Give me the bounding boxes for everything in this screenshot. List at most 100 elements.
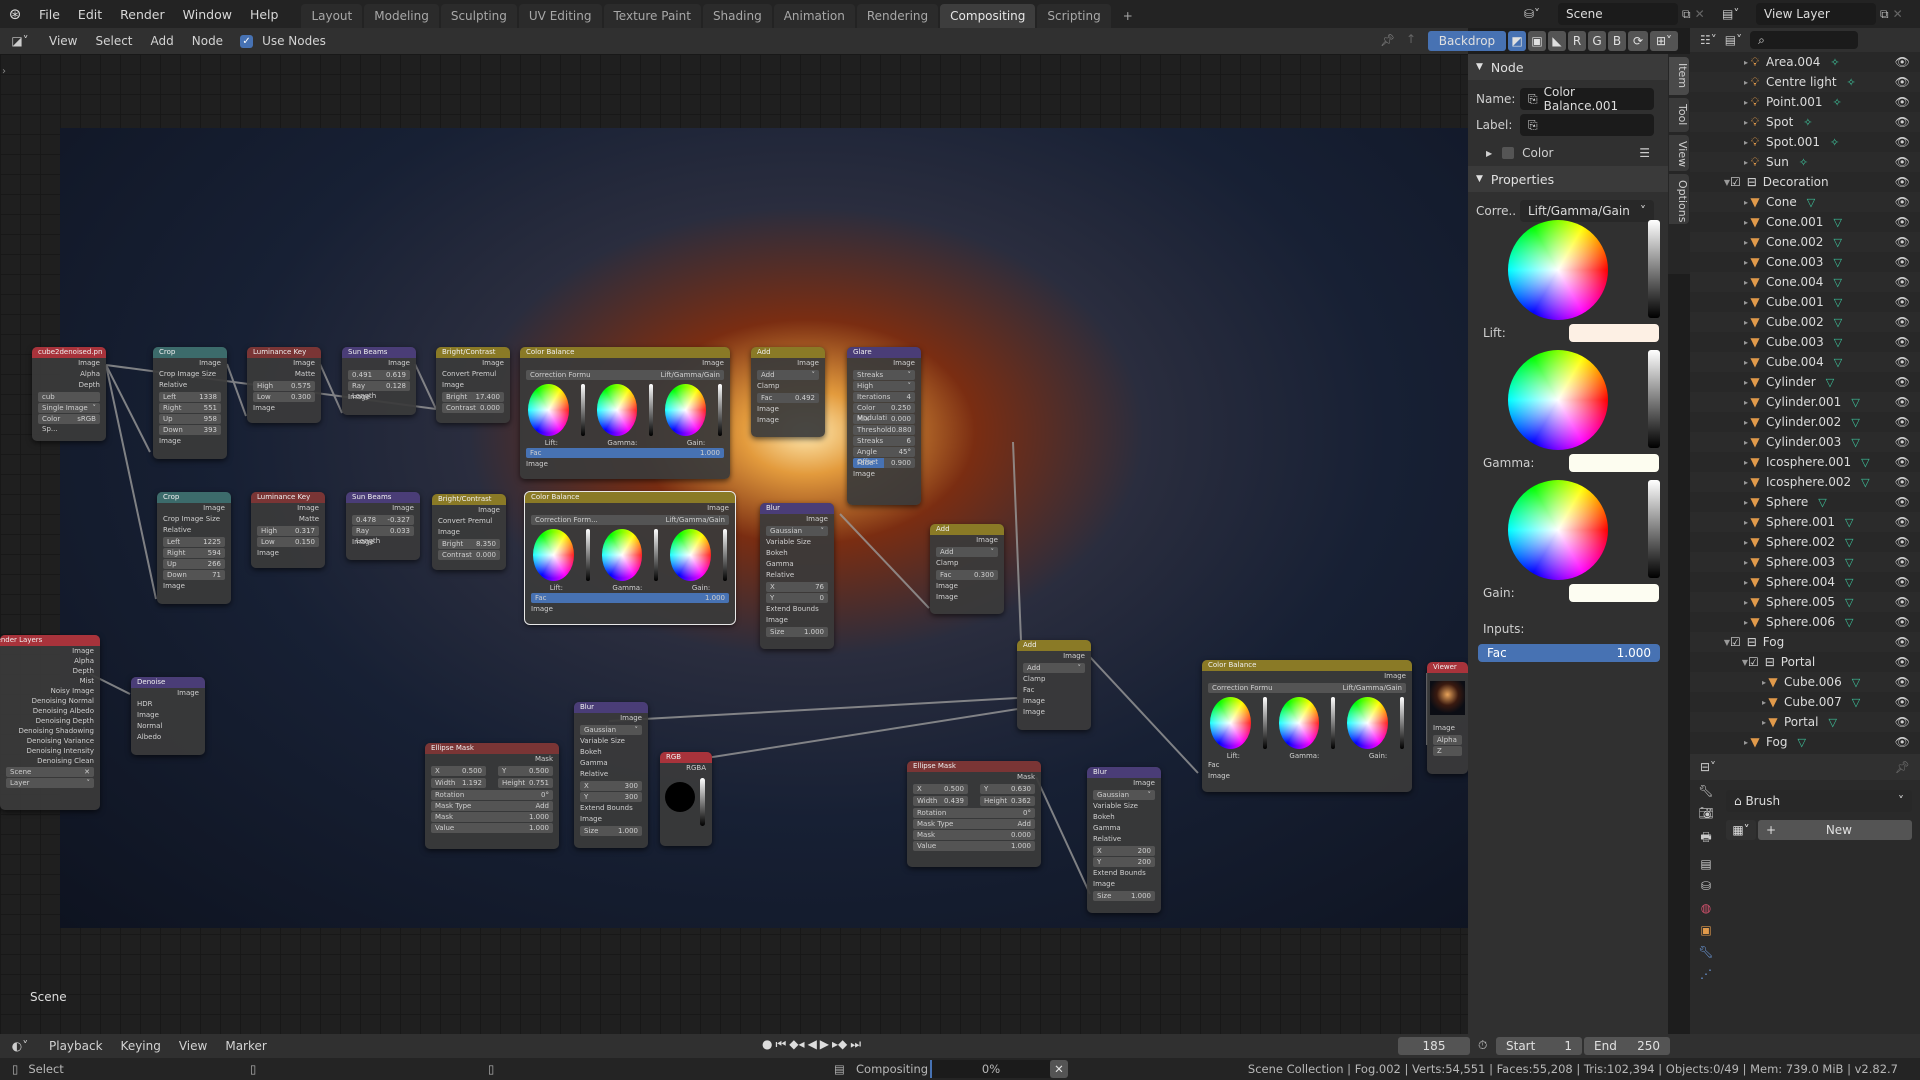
mesh-data-icon[interactable]: ▽ [1833,216,1841,229]
delete-view-layer-icon[interactable]: ✕ [1893,7,1903,21]
light-data-icon[interactable]: ✧ [1830,56,1839,69]
mesh-data-icon[interactable]: ▽ [1851,416,1859,429]
input-alpha[interactable]: Alpha [1433,735,1462,745]
current-frame-field[interactable]: 185 [1398,1037,1470,1055]
node-luminance-key-2[interactable]: Luminance Key Image Matte High 0.317 Low 0… [251,492,325,568]
node-header[interactable]: Crop [153,347,227,358]
expand-icon[interactable]: ▸ [1690,718,1766,727]
expand-icon[interactable]: ▸ [1690,738,1748,747]
x-field[interactable]: X 0.500 [913,784,968,794]
tab-options[interactable]: Options [1669,174,1689,224]
clamp-checkbox[interactable]: Clamp [930,558,1004,569]
outliner-item[interactable]: ▸ ▼ Cylinder.002 ▽ 👁︎ [1690,412,1920,432]
visibility-eye-icon[interactable]: 👁︎ [1895,735,1910,749]
node-header[interactable]: RGB [660,752,712,763]
expand-icon[interactable]: ▸ [1690,398,1748,407]
tool-icon[interactable]: 🔧︎ [1698,784,1713,798]
visibility-eye-icon[interactable]: 👁︎ [1895,715,1910,729]
correction-formula-dropdown[interactable]: Correction Form... Lift/Gamma/Gain [531,515,729,525]
node-header[interactable]: Glare [847,347,921,358]
node-header[interactable]: Bright/Contrast [432,494,506,505]
add-workspace-button[interactable]: + [1113,4,1143,28]
streaks-field[interactable]: Streaks 6 [853,436,915,446]
outliner-item[interactable]: ▸ ▼ Cylinder.001 ▽ 👁︎ [1690,392,1920,412]
visibility-eye-icon[interactable]: 👁︎ [1895,75,1910,89]
output-icon[interactable]: 🖶 [1700,828,1711,849]
node-header[interactable]: Sun Beams [342,347,416,358]
tab-animation[interactable]: Animation [773,4,855,28]
pin-icon[interactable]: 📌︎ [1895,760,1910,774]
expand-icon[interactable]: ▸ [1690,98,1748,107]
outliner-item[interactable]: ▸ ▼ Cone ▽ 👁︎ [1690,192,1920,212]
gamma-checkbox[interactable]: Gamma [574,758,648,769]
expand-icon[interactable]: ▼ [1690,178,1730,187]
outliner-item[interactable]: ▸ ▼ Sphere.002 ▽ 👁︎ [1690,532,1920,552]
mesh-data-icon[interactable]: ▽ [1845,596,1853,609]
visibility-eye-icon[interactable]: 👁︎ [1895,375,1910,389]
mesh-data-icon[interactable]: ▽ [1834,296,1842,309]
node-header[interactable]: Bright/Contrast [436,347,510,358]
expand-icon[interactable]: ▸ [1690,298,1748,307]
expand-icon[interactable]: ▸ [1690,58,1748,67]
node-header[interactable]: Blur [574,702,648,713]
node-sun-beams-2[interactable]: Sun Beams Image 0.478 -0.327 Ray Length 0.… [346,492,420,560]
visibility-eye-icon[interactable]: 👁︎ [1895,255,1910,269]
gamma-checkbox[interactable]: Gamma [760,559,834,570]
presets-icon[interactable]: ☰ [1639,146,1650,160]
gamma-value-bar[interactable] [654,529,659,581]
mesh-data-icon[interactable]: ▽ [1834,356,1842,369]
variable-size-checkbox[interactable]: Variable Size [1087,801,1161,812]
tab-compositing[interactable]: Compositing [940,4,1036,28]
prev-keyframe-icon[interactable]: ◆◂ [789,1037,804,1052]
gamma-value-bar[interactable] [1331,697,1336,749]
node-render-layers[interactable]: Render Layers Image Alpha Depth Mist Noisy I… [0,635,100,810]
crop-image-size-checkbox[interactable]: Crop Image Size [157,514,231,525]
visibility-eye-icon[interactable]: 👁︎ [1895,675,1910,689]
mesh-data-icon[interactable]: ▽ [1828,716,1836,729]
gamma-wheel[interactable] [1278,697,1320,749]
fac-slider[interactable]: Fac 1.000 [1478,644,1660,662]
node-luminance-key-1[interactable]: Luminance Key Image Matte High 0.575 Low 0… [247,347,321,423]
outliner-item[interactable]: ▸ ▼ Icosphere.001 ▽ 👁︎ [1690,452,1920,472]
mesh-data-icon[interactable]: ▽ [1845,536,1853,549]
outliner-item[interactable]: ▸ ▼ Cube.004 ▽ 👁︎ [1690,352,1920,372]
outliner-item[interactable]: ▸ ▼ Cube.001 ▽ 👁︎ [1690,292,1920,312]
source-dropdown[interactable]: Single Image ˅ [38,403,100,413]
outliner-item[interactable]: ▸ ▼ Sphere.005 ▽ 👁︎ [1690,592,1920,612]
gain-wheel[interactable] [665,384,707,436]
fac-slider[interactable]: Fac 0.492 [757,393,819,403]
mask-type-dropdown[interactable]: Mask Type Add [913,819,1035,829]
lift-wheel[interactable] [1210,697,1251,749]
outliner-item[interactable]: ▼ ☑ ⊟ Portal 👁︎ [1690,652,1920,672]
mesh-data-icon[interactable]: ▽ [1845,516,1853,529]
outliner-item[interactable]: ▸ ▼ Cylinder.003 ▽ 👁︎ [1690,432,1920,452]
rgb-value-bar[interactable] [700,778,705,826]
visibility-eye-icon[interactable]: 👁︎ [1895,135,1910,149]
jump-end-icon[interactable]: ⏭ [850,1037,861,1052]
layer-dropdown[interactable]: Layer ˅ [6,778,94,788]
visibility-eye-icon[interactable]: 👁︎ [1895,475,1910,489]
blend-mode-dropdown[interactable]: Add ˅ [1023,663,1085,673]
bright-field[interactable]: Bright 8.350 [438,539,500,549]
mesh-data-icon[interactable]: ▽ [1797,736,1805,749]
outliner-item[interactable]: ▸ 💡︎ Spot.001 ✧ 👁︎ [1690,132,1920,152]
x-field[interactable]: X 300 [580,781,642,791]
node-add-3[interactable]: Add Image Add ˅ Clamp Fac Image Image [1017,640,1091,730]
rotation-field[interactable]: Rotation 0° [431,790,553,800]
node-crop-1[interactable]: Crop Image Crop Image Size Relative Left… [153,347,227,459]
visibility-eye-icon[interactable]: 👁︎ [1895,355,1910,369]
node-header[interactable]: Color Balance [1202,660,1412,671]
gamma-color-swatch[interactable] [1569,454,1659,472]
value-field[interactable]: Value 1.000 [913,841,1035,851]
menu-keying[interactable]: Keying [112,1039,170,1053]
ray-length-slider[interactable]: Ray Length 0.128 [348,381,410,400]
node-header[interactable]: cube2denoised.pn [32,347,106,358]
mesh-data-icon[interactable]: ▽ [1818,496,1826,509]
name-field[interactable]: ⎘ Color Balance.001 [1520,85,1654,113]
angle-offset-field[interactable]: Angle Offset 45° [853,447,915,466]
node-blur-3[interactable]: Blur Image Gaussian ˅ Variable Size Bokeh… [1087,767,1161,913]
blue-channel-button[interactable]: B [1608,31,1626,51]
lift-value-bar[interactable] [585,529,590,581]
mesh-data-icon[interactable]: ▽ [1852,696,1860,709]
y-field[interactable]: Y 0.630 [980,784,1035,794]
